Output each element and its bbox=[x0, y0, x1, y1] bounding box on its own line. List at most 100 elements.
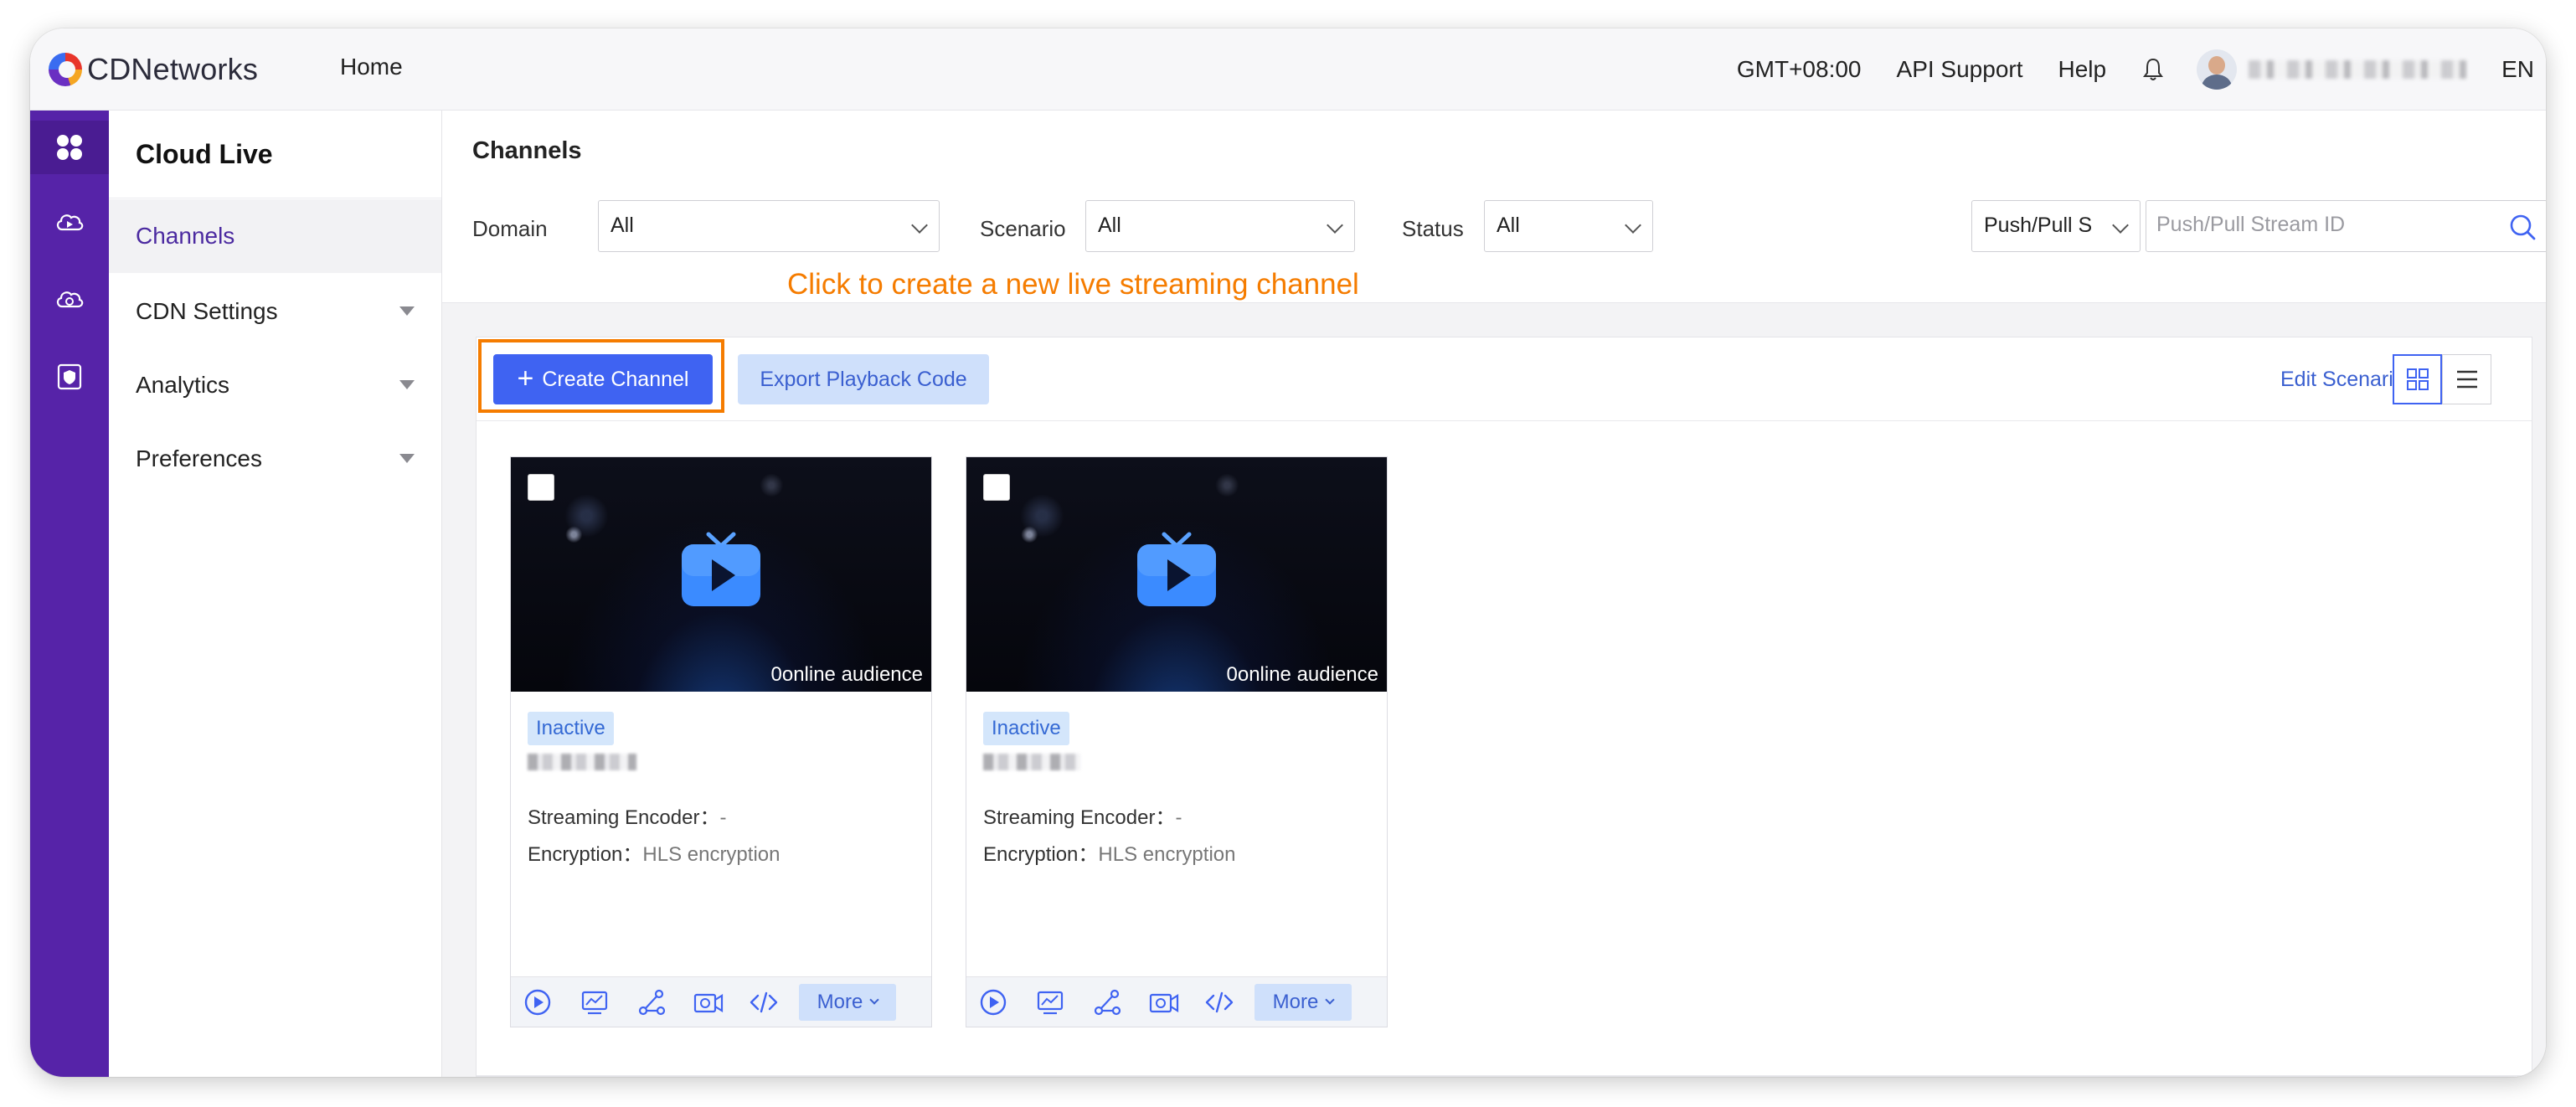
security-shield-icon bbox=[57, 363, 82, 390]
encryption-label: Encryption： bbox=[528, 843, 643, 866]
sidebar-item-analytics[interactable]: Analytics bbox=[109, 348, 441, 422]
channel-name-redacted bbox=[528, 754, 636, 770]
encryption-row: Encryption：HLS encryption bbox=[528, 837, 780, 867]
cloud-settings-icon bbox=[56, 291, 84, 308]
domain-label: Domain bbox=[472, 216, 548, 241]
stream-type-select[interactable]: Push/Pull S bbox=[1971, 200, 2141, 252]
share-icon[interactable] bbox=[1092, 987, 1122, 1017]
list-view-icon bbox=[2456, 370, 2477, 389]
top-right-nav: GMT+08:00 API Support Help EN bbox=[1702, 28, 2534, 111]
sidebar-item-channels[interactable]: Channels bbox=[109, 199, 441, 273]
channel-name-redacted bbox=[983, 754, 1080, 770]
monitor-icon[interactable] bbox=[1035, 987, 1065, 1017]
status-value: All bbox=[1497, 214, 1520, 237]
channel-card[interactable]: 0online audience Inactive Streaming Enco… bbox=[966, 456, 1388, 1027]
encoder-value: - bbox=[719, 806, 727, 829]
caret-down-icon bbox=[399, 454, 415, 463]
tv-play-icon bbox=[682, 532, 760, 606]
channel-thumbnail[interactable]: 0online audience bbox=[966, 457, 1387, 692]
code-icon[interactable] bbox=[1204, 987, 1234, 1017]
card-actions: More bbox=[966, 976, 1387, 1027]
sidebar-item-preferences[interactable]: Preferences bbox=[109, 422, 441, 496]
code-icon[interactable] bbox=[749, 987, 779, 1017]
sidebar: Cloud Live Channels CDN Settings Analyti… bbox=[109, 111, 442, 1077]
encoder-label: Streaming Encoder： bbox=[528, 806, 720, 829]
status-badge: Inactive bbox=[528, 712, 614, 745]
caret-down-icon bbox=[399, 380, 415, 389]
list-bottom-divider bbox=[477, 1075, 2532, 1076]
record-icon[interactable] bbox=[1149, 987, 1179, 1017]
play-icon[interactable] bbox=[523, 987, 553, 1017]
page-title: Channels bbox=[472, 137, 582, 164]
domain-select[interactable]: All bbox=[598, 200, 940, 252]
timezone-selector[interactable]: GMT+08:00 bbox=[1737, 56, 1862, 83]
stream-type-value: Push/Pull S bbox=[1984, 214, 2093, 237]
channel-card[interactable]: 0online audience Inactive Streaming Enco… bbox=[510, 456, 932, 1027]
api-support-link[interactable]: API Support bbox=[1897, 56, 2023, 83]
channel-select-checkbox[interactable] bbox=[983, 474, 1010, 501]
chevron-down-icon bbox=[869, 995, 880, 1005]
search-icon[interactable] bbox=[2508, 213, 2537, 245]
online-audience-count: 0online audience bbox=[770, 663, 924, 686]
filter-panel: Channels Domain All Scenario All Status … bbox=[442, 111, 2546, 303]
channel-select-checkbox[interactable] bbox=[528, 474, 554, 501]
create-channel-hint: Click to create a new live streaming cha… bbox=[787, 268, 1359, 301]
domain-value: All bbox=[611, 214, 634, 237]
view-toggle bbox=[2393, 354, 2491, 404]
status-badge: Inactive bbox=[983, 712, 1069, 745]
channel-thumbnail[interactable]: 0online audience bbox=[511, 457, 931, 692]
apps-grid-icon bbox=[57, 135, 82, 160]
encryption-value: HLS encryption bbox=[642, 843, 781, 866]
scenario-select[interactable]: All bbox=[1085, 200, 1355, 252]
encoder-row: Streaming Encoder：- bbox=[983, 801, 1182, 830]
more-button[interactable]: More bbox=[799, 984, 896, 1021]
status-select[interactable]: All bbox=[1484, 200, 1653, 252]
share-icon[interactable] bbox=[636, 987, 667, 1017]
sidebar-item-label: Analytics bbox=[136, 372, 230, 398]
edit-scenario-link[interactable]: Edit Scenario bbox=[2280, 368, 2405, 392]
encryption-label: Encryption： bbox=[983, 843, 1099, 866]
scenario-value: All bbox=[1098, 214, 1121, 237]
search-input[interactable] bbox=[2156, 213, 2491, 237]
more-button[interactable]: More bbox=[1255, 984, 1352, 1021]
user-avatar[interactable] bbox=[2197, 49, 2238, 90]
encoder-value: - bbox=[1175, 806, 1182, 829]
rail-cloud-settings[interactable] bbox=[30, 273, 109, 327]
list-toolbar: + Create Channel Export Playback Code Ed… bbox=[477, 337, 2532, 421]
icon-rail bbox=[30, 111, 109, 1077]
brand-logo[interactable]: CDNetworks bbox=[49, 50, 258, 89]
rail-security[interactable] bbox=[30, 350, 109, 404]
list-view-button[interactable] bbox=[2442, 354, 2491, 404]
chevron-down-icon bbox=[1325, 995, 1336, 1005]
chevron-down-icon bbox=[1327, 217, 1343, 234]
export-playback-code-button[interactable]: Export Playback Code bbox=[738, 354, 989, 404]
grid-view-icon bbox=[2406, 368, 2429, 390]
top-header: CDNetworks Home GMT+08:00 API Support He… bbox=[30, 28, 2546, 111]
cloud-live-icon bbox=[56, 214, 84, 231]
help-link[interactable]: Help bbox=[2058, 56, 2107, 83]
encoder-label: Streaming Encoder： bbox=[983, 806, 1176, 829]
card-actions: More bbox=[511, 976, 931, 1027]
monitor-icon[interactable] bbox=[580, 987, 610, 1017]
sidebar-item-label: Channels bbox=[136, 223, 235, 249]
sidebar-item-label: CDN Settings bbox=[136, 298, 278, 324]
cdnetworks-logo-icon bbox=[49, 53, 82, 86]
chevron-down-icon bbox=[2112, 217, 2129, 234]
stream-id-search[interactable] bbox=[2146, 200, 2546, 252]
create-channel-button[interactable]: + Create Channel bbox=[493, 354, 713, 404]
username-redacted[interactable] bbox=[2249, 60, 2467, 79]
bell-icon[interactable] bbox=[2141, 57, 2165, 82]
scenario-label: Scenario bbox=[980, 216, 1066, 241]
sidebar-item-cdn-settings[interactable]: CDN Settings bbox=[109, 275, 441, 348]
language-selector[interactable]: EN bbox=[2501, 56, 2534, 83]
play-icon[interactable] bbox=[978, 987, 1008, 1017]
record-icon[interactable] bbox=[693, 987, 724, 1017]
more-label: More bbox=[1272, 991, 1319, 1013]
chevron-down-icon bbox=[1625, 217, 1641, 234]
chevron-down-icon bbox=[911, 217, 928, 234]
rail-apps[interactable] bbox=[30, 121, 109, 174]
grid-view-button[interactable] bbox=[2393, 354, 2442, 404]
rail-cloud-live[interactable] bbox=[30, 196, 109, 250]
home-link[interactable]: Home bbox=[340, 54, 403, 80]
app-window: CDNetworks Home GMT+08:00 API Support He… bbox=[30, 28, 2546, 1077]
